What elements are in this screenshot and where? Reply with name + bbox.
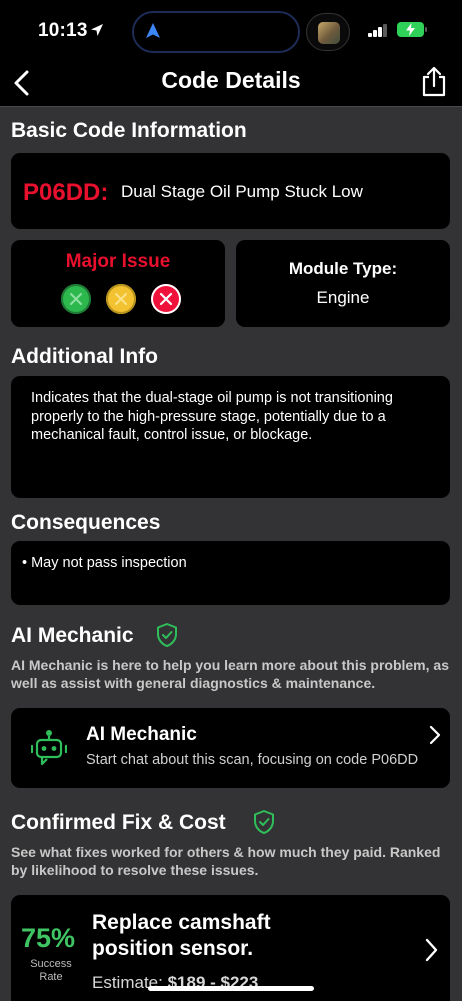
navigation-arrow-icon bbox=[146, 23, 160, 38]
confirmed-fix-heading: Confirmed Fix & Cost bbox=[11, 811, 226, 834]
success-rate-label: Success Rate bbox=[30, 958, 72, 983]
severity-major-wrench-icon bbox=[151, 284, 181, 314]
location-arrow-icon bbox=[91, 24, 103, 36]
ai-mechanic-card-subtitle: Start chat about this scan, focusing on … bbox=[86, 752, 419, 768]
page-title: Code Details bbox=[161, 67, 301, 93]
consequences-heading: Consequences bbox=[11, 511, 161, 534]
additional-info-heading: Additional Info bbox=[11, 345, 158, 368]
chevron-right-icon bbox=[429, 725, 441, 745]
severity-card: Major Issue bbox=[11, 240, 225, 327]
chevron-right-icon bbox=[425, 938, 438, 962]
ai-mechanic-card-title: AI Mechanic bbox=[86, 724, 197, 745]
code-description: Dual Stage Oil Pump Stuck Low bbox=[121, 182, 363, 201]
trouble-code: P06DD: bbox=[23, 179, 109, 206]
confirmed-fix-description: See what fixes worked for others & how m… bbox=[11, 844, 441, 878]
consequences-card: • May not pass inspection bbox=[11, 541, 450, 605]
robot-icon bbox=[31, 730, 67, 766]
cellular-signal-icon bbox=[368, 24, 388, 37]
navigation-bar: Code Details bbox=[0, 60, 462, 107]
fix-title: Replace camshaft position sensor. bbox=[92, 911, 271, 960]
charging-bolt-icon bbox=[406, 23, 415, 36]
ai-mechanic-heading: AI Mechanic bbox=[11, 624, 134, 647]
module-type-label: Module Type: bbox=[288, 259, 398, 278]
module-type-value: Engine bbox=[316, 288, 370, 307]
consequence-item: • May not pass inspection bbox=[22, 555, 187, 571]
severity-moderate-wrench-icon bbox=[106, 284, 136, 314]
shield-check-icon bbox=[254, 810, 274, 834]
additional-info-card: Indicates that the dual-stage oil pump i… bbox=[11, 376, 450, 498]
additional-info-text: Indicates that the dual-stage oil pump i… bbox=[31, 390, 393, 443]
share-icon[interactable] bbox=[420, 66, 448, 98]
home-indicator[interactable] bbox=[148, 986, 314, 991]
success-rate-value: 75% bbox=[21, 923, 76, 953]
shield-check-icon bbox=[157, 623, 177, 647]
severity-minor-wrench-icon bbox=[61, 284, 91, 314]
ai-mechanic-description: AI Mechanic is here to help you learn mo… bbox=[11, 657, 449, 691]
module-type-card: Module Type: Engine bbox=[236, 240, 450, 327]
ai-mechanic-chat-card[interactable]: AI Mechanic Start chat about this scan, … bbox=[11, 708, 450, 788]
severity-label: Major Issue bbox=[65, 251, 171, 272]
live-activity-thumbnail[interactable] bbox=[306, 13, 350, 51]
code-card: P06DD: Dual Stage Oil Pump Stuck Low bbox=[11, 153, 450, 229]
status-bar: 10:13 bbox=[0, 0, 462, 60]
status-time: 10:13 bbox=[38, 20, 88, 41]
basic-info-heading: Basic Code Information bbox=[11, 119, 247, 142]
